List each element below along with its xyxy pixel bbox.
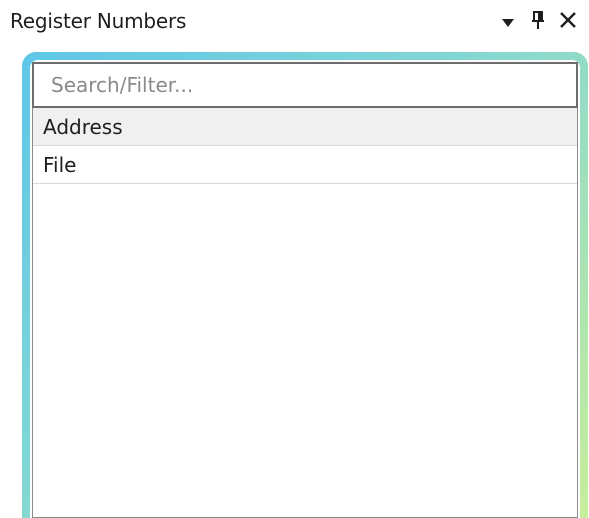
close-icon [559, 11, 577, 33]
close-button[interactable] [553, 8, 583, 36]
pin-icon [531, 10, 545, 34]
pin-button[interactable] [523, 8, 553, 36]
panel-titlebar: Register Numbers [0, 0, 589, 44]
list-item-address[interactable]: Address [33, 108, 577, 146]
panel-title: Register Numbers [10, 9, 187, 33]
dropdown-button[interactable] [493, 8, 523, 36]
register-list: Address File [32, 108, 578, 518]
titlebar-buttons [493, 8, 583, 36]
search-input[interactable] [51, 73, 576, 97]
list-item-file[interactable]: File [33, 146, 577, 184]
chevron-down-icon [501, 13, 515, 32]
list-item-label: File [43, 152, 77, 177]
content-frame-inner: Address File [30, 60, 580, 518]
search-box[interactable] [32, 62, 578, 108]
list-item-label: Address [43, 114, 123, 139]
content-frame: Address File [22, 52, 588, 518]
register-numbers-panel: Register Numbers Search/Filter... Addres… [0, 0, 589, 518]
